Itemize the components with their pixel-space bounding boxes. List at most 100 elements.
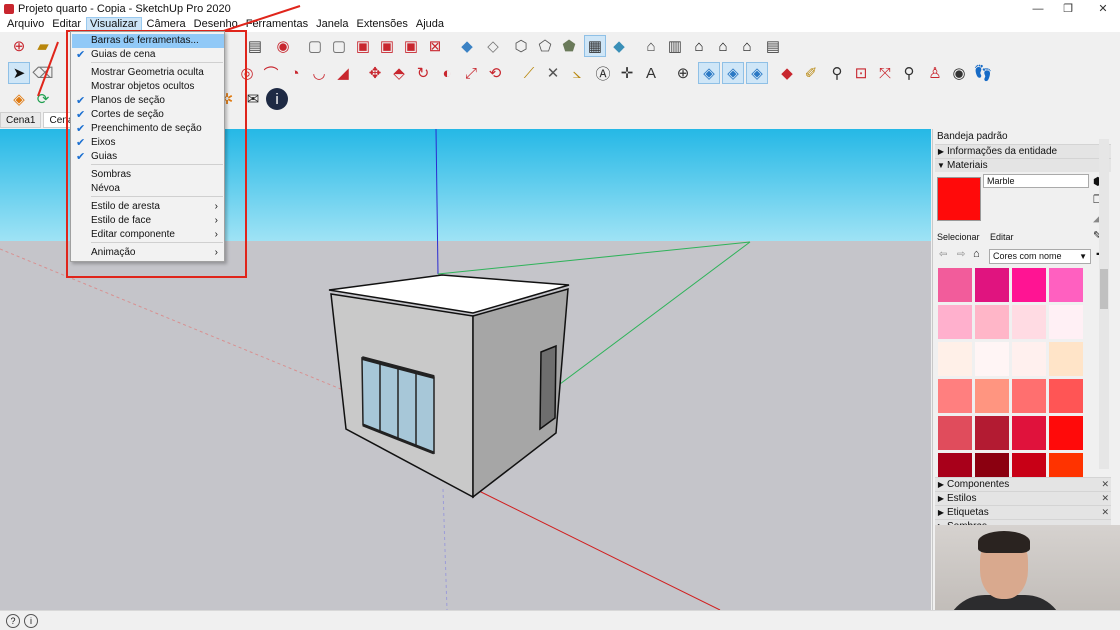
close-panel-icon[interactable]: ✕ — [1101, 507, 1109, 518]
zoom-window-icon[interactable]: ⊡ — [850, 62, 872, 84]
section-cuts-icon[interactable]: ◈ — [722, 62, 744, 84]
previous-view-icon[interactable]: ⚲ — [898, 62, 920, 84]
select-tool-icon[interactable]: ➤ — [8, 62, 30, 84]
view-menu-item[interactable]: Animação › — [72, 246, 224, 260]
material-swatch[interactable] — [1012, 305, 1046, 339]
layout-icon[interactable]: ◈ — [8, 88, 30, 110]
paint-bucket-icon[interactable]: ✐ — [800, 62, 822, 84]
cube-red-3-icon[interactable]: ▣ — [400, 35, 422, 57]
material-swatch[interactable] — [938, 416, 972, 450]
axes-tool-icon[interactable]: ✛ — [616, 62, 638, 84]
forward-arrow-icon[interactable]: ⇨ — [957, 249, 965, 260]
front-view-icon[interactable]: ⌂ — [688, 35, 710, 57]
cube-red-2-icon[interactable]: ▣ — [376, 35, 398, 57]
cube-red-4-icon[interactable]: ⊠ — [424, 35, 446, 57]
view-menu-item[interactable]: Sombras — [72, 168, 224, 182]
scene-tab-cena1[interactable]: Cena1 — [0, 112, 42, 128]
material-name-field[interactable]: Marble — [983, 174, 1089, 188]
section-fill-icon[interactable]: ◈ — [746, 62, 768, 84]
follow-me-tool-icon[interactable]: ◐ — [436, 62, 458, 84]
components-panel-header[interactable]: ▶ Componentes ✕ — [935, 477, 1111, 491]
material-swatch[interactable] — [1049, 342, 1083, 376]
collection-select[interactable]: Cores com nome ▼ — [989, 249, 1091, 264]
eraser-tool-icon[interactable]: ⌫ — [32, 62, 54, 84]
view-menu-item[interactable]: ✔ Cortes de seção — [72, 108, 224, 122]
zoom-tool-icon[interactable]: ⚲ — [826, 62, 848, 84]
shaded-icon[interactable]: ⬟ — [558, 35, 580, 57]
geo-location-icon[interactable]: ? — [6, 614, 20, 628]
material-swatch[interactable] — [1012, 416, 1046, 450]
cube-front-icon[interactable]: ▢ — [328, 35, 350, 57]
material-swatch[interactable] — [975, 416, 1009, 450]
material-swatch[interactable] — [975, 379, 1009, 413]
offset-tool-icon[interactable]: ⟲ — [484, 62, 506, 84]
wireframe-icon[interactable]: ⬡ — [510, 35, 532, 57]
cube-view-icon[interactable]: ▢ — [304, 35, 326, 57]
sandbox-icon[interactable]: ◆ — [776, 62, 798, 84]
info-icon[interactable]: i — [266, 88, 288, 110]
material-swatch[interactable] — [1012, 268, 1046, 302]
dimension-tool-icon[interactable]: ✕ — [542, 62, 564, 84]
material-swatch[interactable] — [975, 342, 1009, 376]
materials-panel-header[interactable]: ▼ Materiais ✕ — [935, 158, 1111, 172]
tape-measure-icon[interactable]: ⟋ — [518, 62, 540, 84]
view-menu-item[interactable]: ✔ Guias — [72, 150, 224, 164]
menu-extensoes[interactable]: Extensões — [354, 17, 411, 32]
material-swatch[interactable] — [1049, 416, 1083, 450]
move-tool-icon[interactable]: ✥ — [364, 62, 386, 84]
view-menu-item[interactable]: Estilo de face › — [72, 214, 224, 228]
view-menu-item[interactable]: ✔ Planos de seção — [72, 94, 224, 108]
shaded-textures-icon[interactable]: ▦ — [584, 35, 606, 57]
home-icon[interactable]: ⌂ — [973, 248, 980, 260]
iso-view-icon[interactable]: ⌂ — [640, 35, 662, 57]
scale-tool-icon[interactable]: ⤢ — [460, 62, 482, 84]
push-pull-tool-icon[interactable]: ⬘ — [388, 62, 410, 84]
material-swatch[interactable] — [938, 268, 972, 302]
back-arrow-icon[interactable]: ⇦ — [939, 249, 947, 260]
freehand-tool-icon[interactable]: ◢ — [332, 62, 354, 84]
open-folder-icon[interactable]: ▰ — [32, 35, 54, 57]
hidden-line-icon[interactable]: ⬠ — [534, 35, 556, 57]
menu-janela[interactable]: Janela — [313, 17, 351, 32]
arc-tool-icon[interactable]: ⌒ — [260, 62, 282, 84]
entity-info-panel-header[interactable]: ▶ Informações da entidade ✕ — [935, 144, 1111, 158]
view-menu-item[interactable]: ✔ Preenchimento de seção — [72, 122, 224, 136]
view-menu-item[interactable]: Mostrar Geometria oculta — [72, 66, 224, 80]
position-camera-icon[interactable]: ♙ — [924, 62, 946, 84]
material-swatch[interactable] — [1049, 305, 1083, 339]
close-panel-icon[interactable]: ✕ — [1101, 479, 1109, 490]
material-swatch[interactable] — [975, 305, 1009, 339]
menu-ajuda[interactable]: Ajuda — [413, 17, 447, 32]
material-swatch[interactable] — [938, 379, 972, 413]
view-menu-item[interactable]: ✔ Guias de cena — [72, 48, 224, 62]
section-plane-icon[interactable]: ◈ — [698, 62, 720, 84]
material-swatch[interactable] — [1049, 379, 1083, 413]
tab-edit[interactable]: Editar — [990, 232, 1014, 242]
view-menu-item[interactable]: ✔ Eixos — [72, 136, 224, 150]
material-swatch[interactable] — [1012, 379, 1046, 413]
look-around-icon[interactable]: ◉ — [948, 62, 970, 84]
xray-icon[interactable]: ◆ — [456, 35, 478, 57]
close-panel-icon[interactable]: ✕ — [1101, 493, 1109, 504]
text-tool-icon[interactable]: Ⓐ — [592, 62, 614, 84]
back-edges-icon[interactable]: ◇ — [482, 35, 504, 57]
view-menu-item[interactable]: Barras de ferramentas... — [72, 34, 224, 48]
view-menu-item[interactable]: Editar componente › — [72, 228, 224, 242]
zoom-extents-icon[interactable]: ⤧ — [874, 62, 896, 84]
material-swatch[interactable] — [938, 342, 972, 376]
material-swatch[interactable] — [938, 305, 972, 339]
protractor-tool-icon[interactable]: ⦣ — [566, 62, 588, 84]
rotate-tool-icon[interactable]: ↻ — [412, 62, 434, 84]
current-material-swatch[interactable] — [937, 177, 981, 221]
top-view-icon[interactable]: ▥ — [664, 35, 686, 57]
sync-icon[interactable]: ⟳ — [32, 88, 54, 110]
cube-red-1-icon[interactable]: ▣ — [352, 35, 374, 57]
orbit-tool-icon[interactable]: ⊕ — [672, 62, 694, 84]
material-swatch[interactable] — [1012, 342, 1046, 376]
tab-select[interactable]: Selecionar — [937, 232, 980, 242]
styles-panel-header[interactable]: ▶ Estilos ✕ — [935, 491, 1111, 505]
tray-scrollbar-thumb[interactable] — [1100, 269, 1108, 309]
left-view-icon[interactable]: ▤ — [762, 35, 784, 57]
back-view-icon[interactable]: ⌂ — [736, 35, 758, 57]
new-file-icon[interactable]: ⊕ — [8, 35, 30, 57]
